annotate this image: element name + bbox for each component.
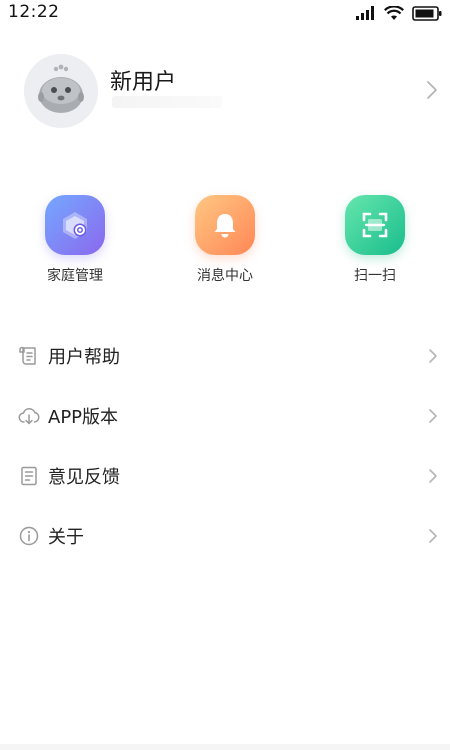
status-bar: 12:22 xyxy=(0,0,450,28)
signal-icon xyxy=(356,6,374,20)
bell-icon[interactable] xyxy=(195,195,255,255)
menu-item-app-version[interactable]: APP版本 xyxy=(0,386,450,446)
quick-action-family-management[interactable]: 家庭管理 xyxy=(25,195,125,285)
cloud-download-icon xyxy=(18,408,40,425)
menu-item-label: 关于 xyxy=(48,527,84,548)
home-settings-icon[interactable] xyxy=(45,195,105,255)
quick-action-label: 家庭管理 xyxy=(47,268,103,284)
quick-action-label: 消息中心 xyxy=(197,268,253,284)
status-time: 12:22 xyxy=(8,2,60,22)
menu-item-label: 用户帮助 xyxy=(48,347,120,368)
info-icon xyxy=(19,526,39,546)
quick-action-message-center[interactable]: 消息中心 xyxy=(175,195,275,285)
quick-action-scan[interactable]: 扫一扫 xyxy=(325,195,425,285)
scan-icon[interactable] xyxy=(345,195,405,255)
battery-icon xyxy=(412,5,442,21)
feedback-document-icon xyxy=(21,466,37,486)
profile-name: 新用户 xyxy=(110,70,177,95)
menu-item-about[interactable]: 关于 xyxy=(0,506,450,566)
quick-actions: 家庭管理 消息中心 扫一扫 xyxy=(0,195,450,290)
settings-menu: 用户帮助 APP版本 意见反馈 关于 xyxy=(0,326,450,566)
profile-subtitle-redacted xyxy=(112,96,222,108)
chevron-right-icon xyxy=(429,529,437,543)
avatar[interactable] xyxy=(24,54,98,128)
wifi-icon xyxy=(384,5,404,20)
quick-action-label: 扫一扫 xyxy=(354,268,396,284)
bottom-bar xyxy=(0,744,450,750)
chevron-right-icon xyxy=(429,409,437,423)
profile-card[interactable]: 新用户 xyxy=(24,54,442,128)
menu-item-feedback[interactable]: 意见反馈 xyxy=(0,446,450,506)
menu-item-user-help[interactable]: 用户帮助 xyxy=(0,326,450,386)
help-scroll-icon xyxy=(19,346,36,365)
chevron-right-icon xyxy=(429,349,437,363)
chevron-right-icon xyxy=(429,469,437,483)
menu-item-label: APP版本 xyxy=(48,407,119,428)
robot-avatar-icon xyxy=(24,54,98,128)
chevron-right-icon[interactable] xyxy=(426,80,438,100)
status-icons xyxy=(356,4,442,22)
menu-item-label: 意见反馈 xyxy=(48,467,120,488)
